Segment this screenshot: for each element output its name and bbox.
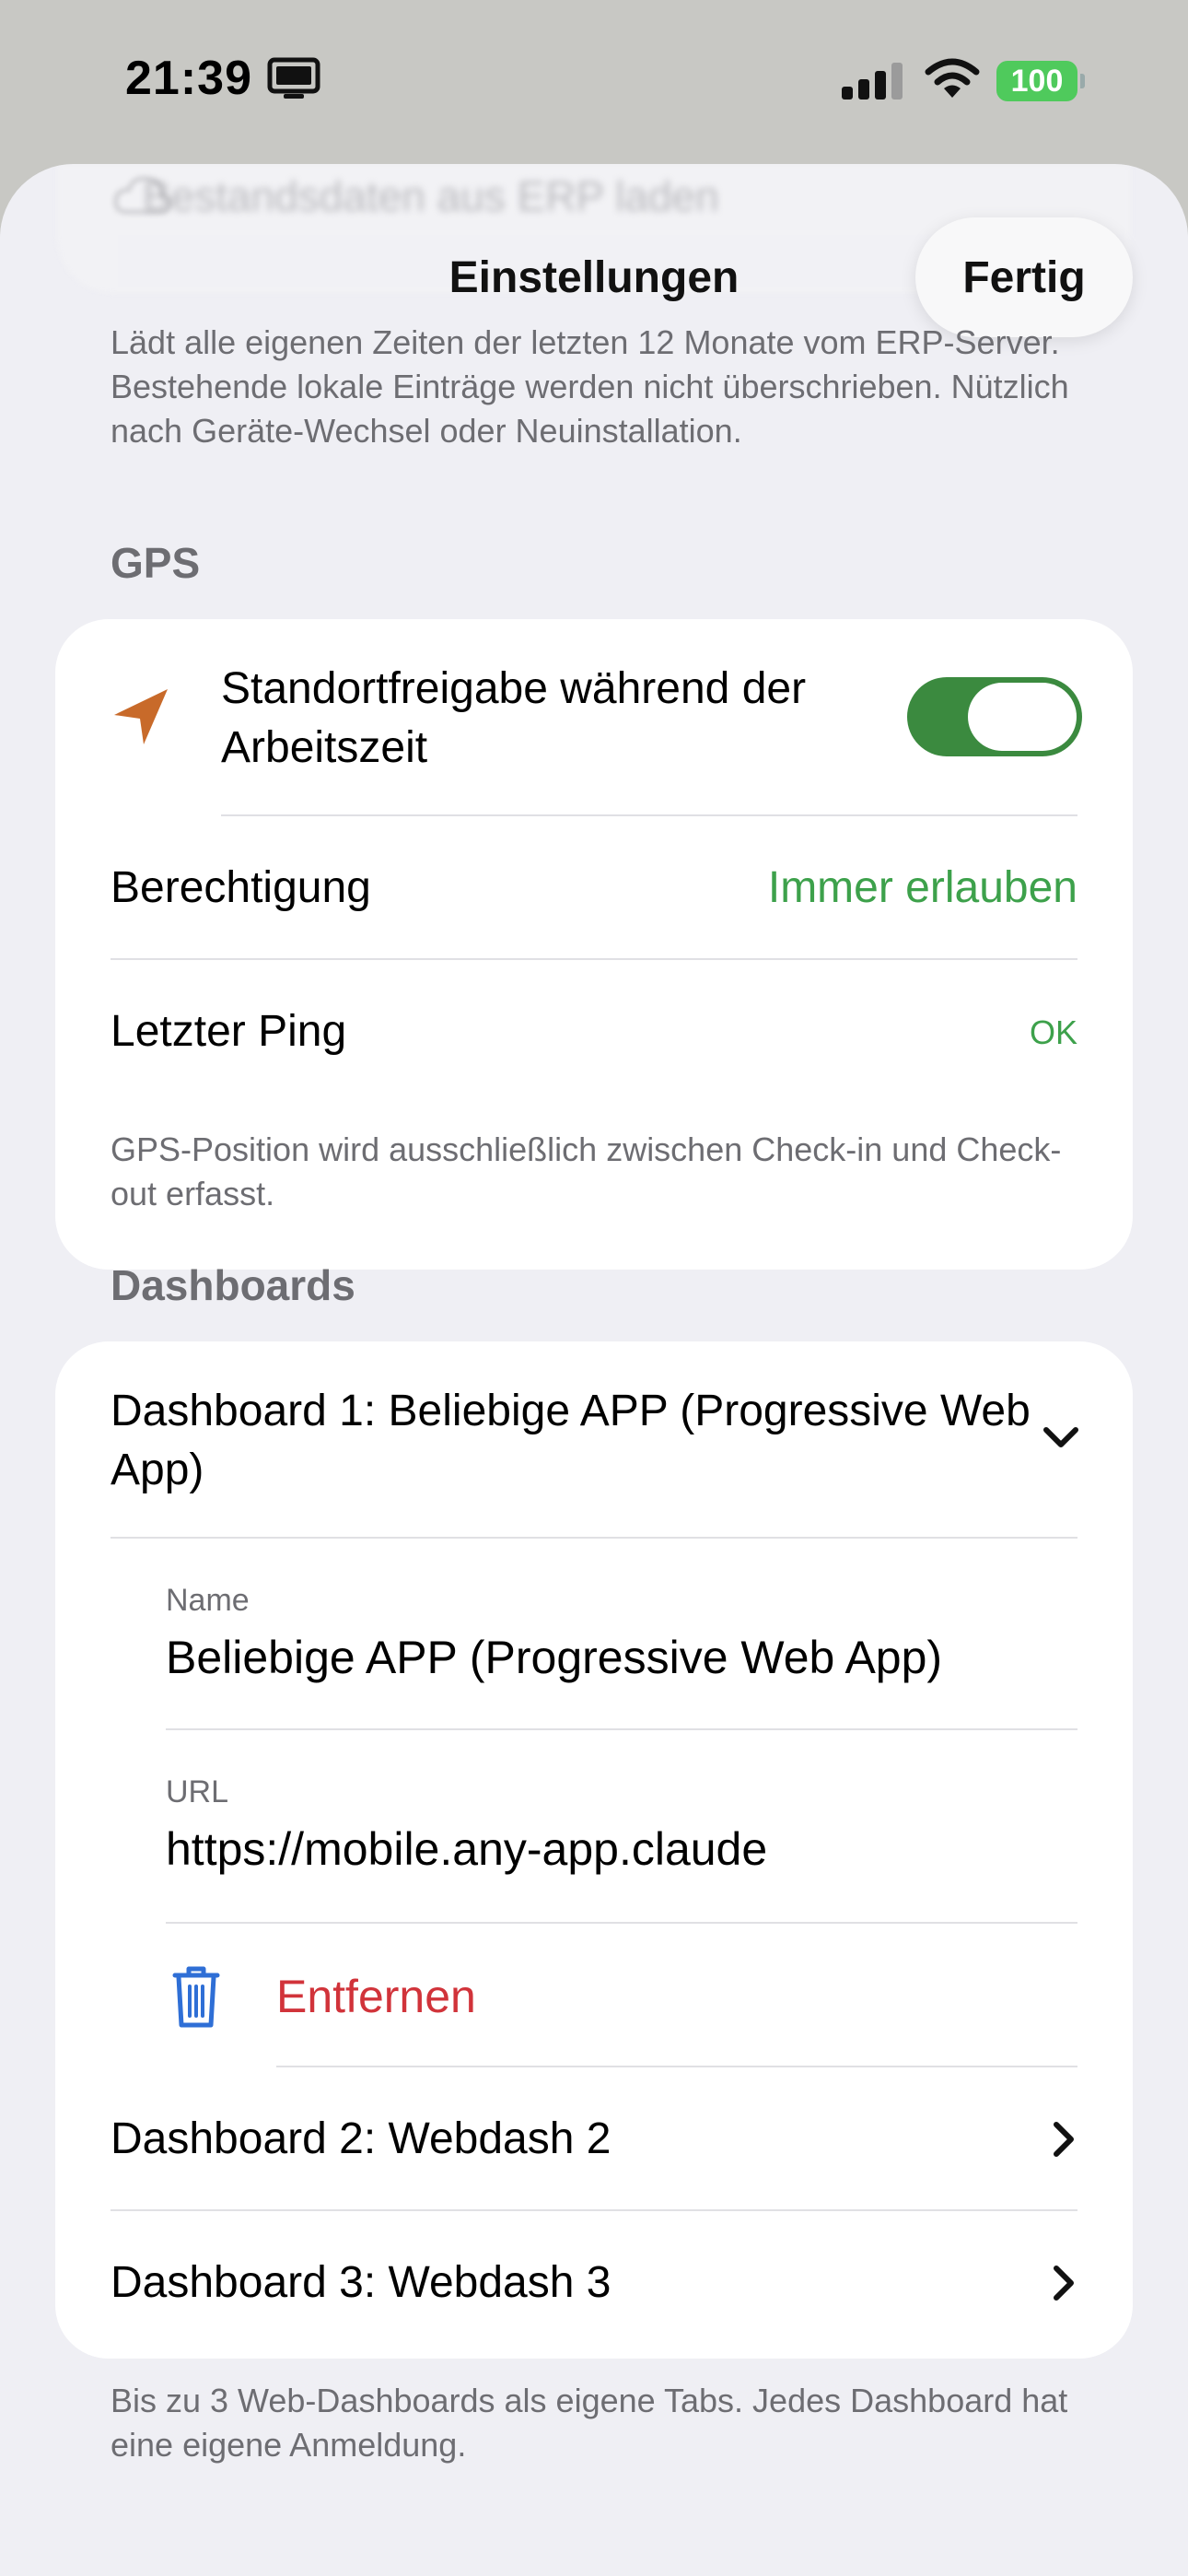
- wifi-icon: [925, 58, 980, 98]
- dashboards-footnote: Bis zu 3 Web-Dashboards als eigene Tabs.…: [111, 2382, 1068, 2464]
- chevron-right-icon: [1054, 2266, 1074, 2301]
- location-sharing-toggle[interactable]: [907, 677, 1082, 756]
- dashboard-1-title: Dashboard 1: Beliebige APP (Progressive …: [111, 1387, 1031, 1494]
- dashboard-1-name-field[interactable]: Name Beliebige APP (Progressive Web App): [55, 1539, 1133, 1730]
- last-ping-label: Letzter Ping: [111, 1007, 347, 1056]
- location-arrow-icon: [114, 689, 168, 744]
- permission-value: Immer erlauben: [767, 863, 1077, 912]
- last-ping-row: Letzter Ping OK: [55, 960, 1133, 1104]
- dashboard-3-row[interactable]: Dashboard 3: Webdash 3: [55, 2211, 1133, 2355]
- gps-section-header: GPS: [111, 539, 201, 587]
- dashboards-section-header: Dashboards: [111, 1261, 355, 1309]
- name-field-value[interactable]: Beliebige APP (Progressive Web App): [166, 1631, 942, 1684]
- dashboard-3-title: Dashboard 3: Webdash 3: [111, 2258, 611, 2307]
- toggle-knob: [968, 683, 1077, 751]
- status-time: 21:39: [125, 52, 252, 105]
- dashboard-2-title: Dashboard 2: Webdash 2: [111, 2114, 611, 2163]
- url-field-value[interactable]: https://mobile.any-app.claude: [166, 1822, 767, 1876]
- remove-dashboard-row[interactable]: Entfernen: [55, 1924, 1133, 2067]
- permission-row[interactable]: Berechtigung Immer erlauben: [55, 816, 1133, 960]
- erp-load-label: Bestandsdaten aus ERP laden: [143, 172, 719, 220]
- dashboard-1-url-field[interactable]: URL https://mobile.any-app.claude: [55, 1730, 1133, 1924]
- name-field-caption: Name: [166, 1583, 250, 1618]
- screen-mirroring-icon: [267, 57, 320, 99]
- status-bar: 21:39 100: [0, 0, 1188, 161]
- last-ping-status: OK: [1029, 1013, 1077, 1051]
- url-field-caption: URL: [166, 1774, 229, 1809]
- gps-footnote: GPS-Position wird ausschließlich zwische…: [111, 1130, 1062, 1212]
- chevron-right-icon: [1054, 2122, 1074, 2157]
- settings-sheet: Bestandsdaten aus ERP laden Einstellunge…: [0, 164, 1188, 2576]
- erp-footnote: Lädt alle eigenen Zeiten der letzten 12 …: [111, 323, 1069, 450]
- trash-icon: [172, 1966, 220, 2028]
- battery-icon: 100: [996, 61, 1077, 101]
- dashboard-1-row[interactable]: Dashboard 1: Beliebige APP (Progressive …: [55, 1341, 1133, 1537]
- remove-dashboard-button[interactable]: Entfernen: [276, 1970, 476, 2023]
- location-sharing-row: Standortfreigabe während der Arbeitszeit: [55, 619, 1133, 814]
- location-sharing-label: Standortfreigabe während der Arbeitszeit: [221, 664, 807, 772]
- dashboards-card: Dashboard 1: Beliebige APP (Progressive …: [55, 1341, 1133, 2359]
- chevron-down-icon[interactable]: [1042, 1426, 1079, 1450]
- battery-nub: [1080, 74, 1085, 88]
- done-button[interactable]: Fertig: [915, 217, 1133, 337]
- dashboard-2-row[interactable]: Dashboard 2: Webdash 2: [55, 2067, 1133, 2211]
- cellular-signal-icon: [842, 63, 903, 100]
- permission-label: Berechtigung: [111, 863, 371, 912]
